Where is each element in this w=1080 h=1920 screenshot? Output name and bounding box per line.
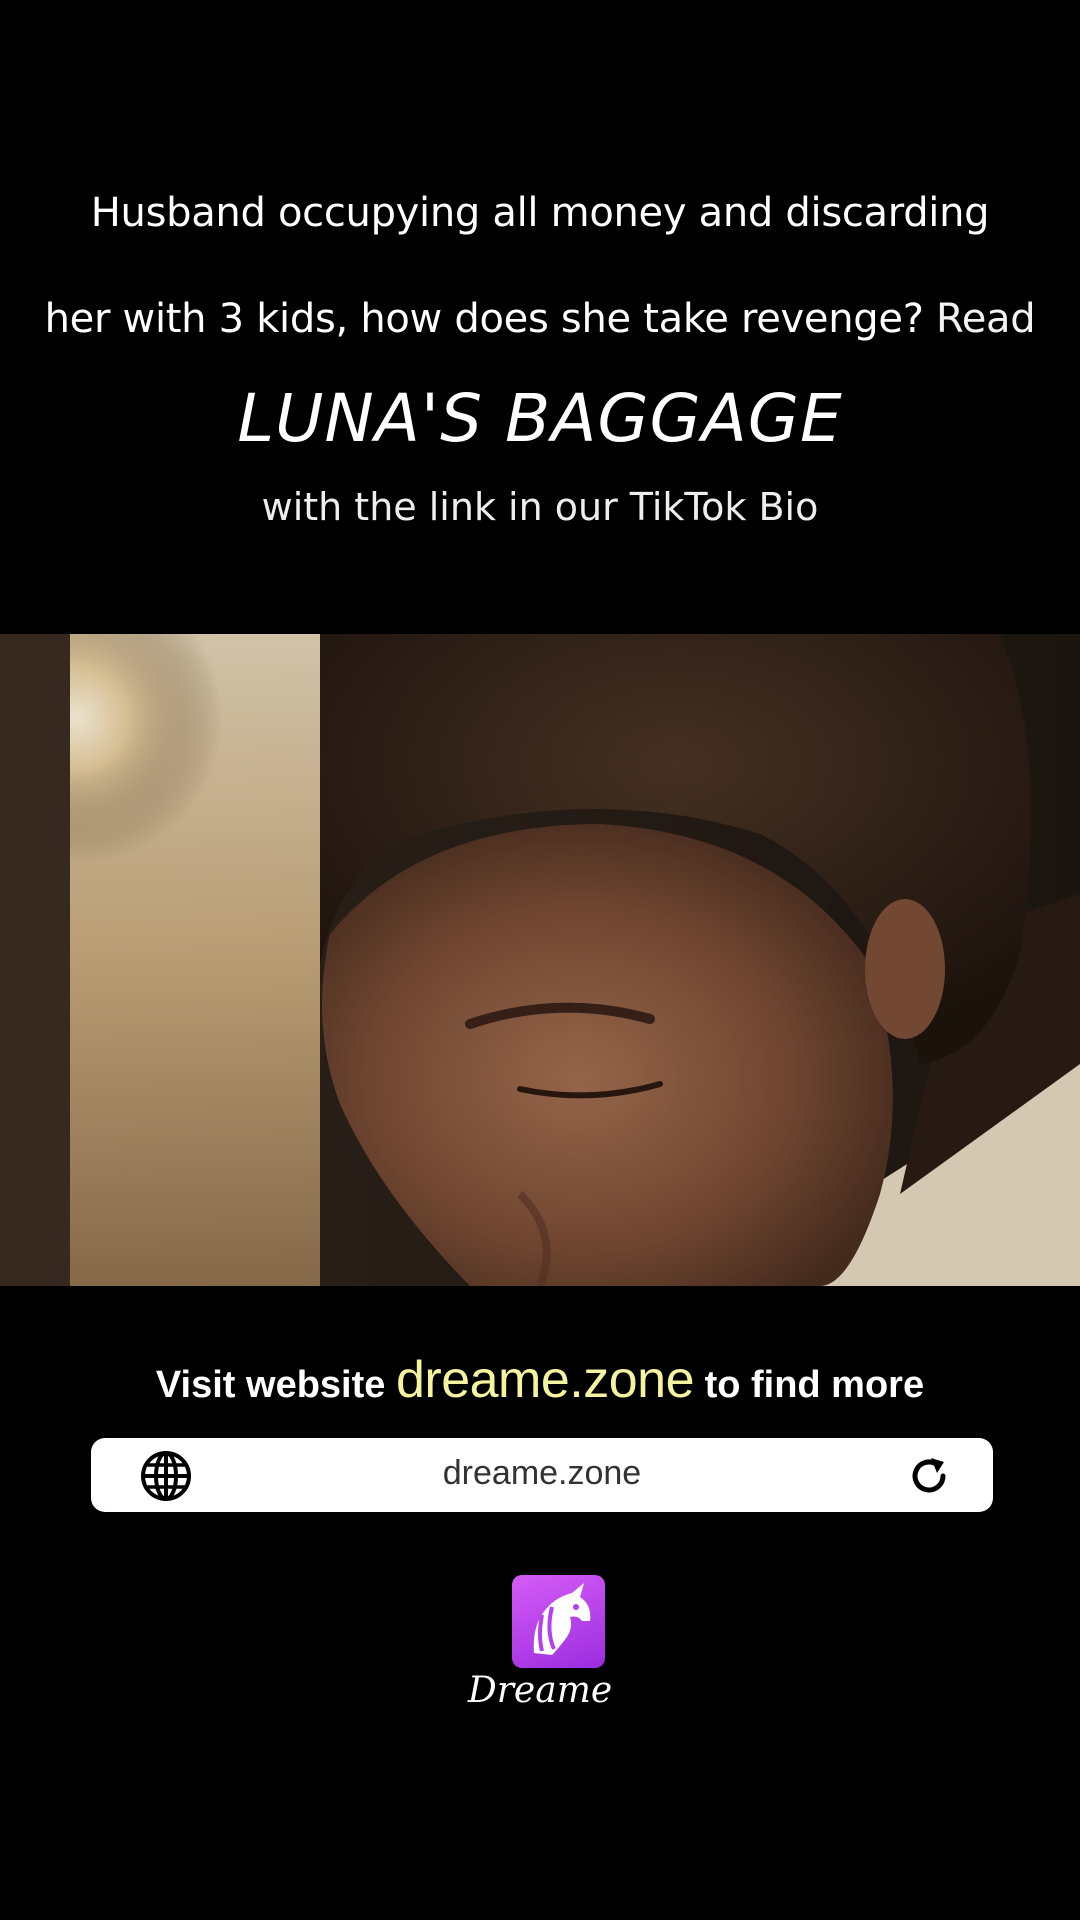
unicorn-logo-icon xyxy=(533,1583,591,1655)
app-logo[interactable] xyxy=(512,1575,605,1668)
woman-scene-image xyxy=(0,634,1080,1286)
visit-prefix: Visit website xyxy=(155,1364,386,1406)
read-word: Read xyxy=(936,296,1036,342)
visit-suffix: to find more xyxy=(704,1364,925,1406)
domain-link[interactable]: dreame.zone xyxy=(396,1351,695,1409)
visit-website-line: Visit website dreame.zone to find more xyxy=(0,1350,1080,1410)
reload-icon[interactable] xyxy=(907,1454,951,1498)
url-text[interactable]: dreame.zone xyxy=(91,1454,993,1493)
url-bar[interactable]: dreame.zone xyxy=(91,1438,993,1512)
tiktok-bio-line: with the link in our TikTok Bio xyxy=(261,485,819,529)
headline-line-1: Husband occupying all money and discardi… xyxy=(90,190,990,236)
app-name: Dreame xyxy=(467,1670,613,1711)
headline-line-2-text: her with 3 kids, how does she take reven… xyxy=(44,296,924,342)
headline-line-2: her with 3 kids, how does she take reven… xyxy=(0,296,1080,342)
video-frame xyxy=(0,634,1080,1286)
book-title: LUNA'S BAGGAGE xyxy=(237,380,843,457)
